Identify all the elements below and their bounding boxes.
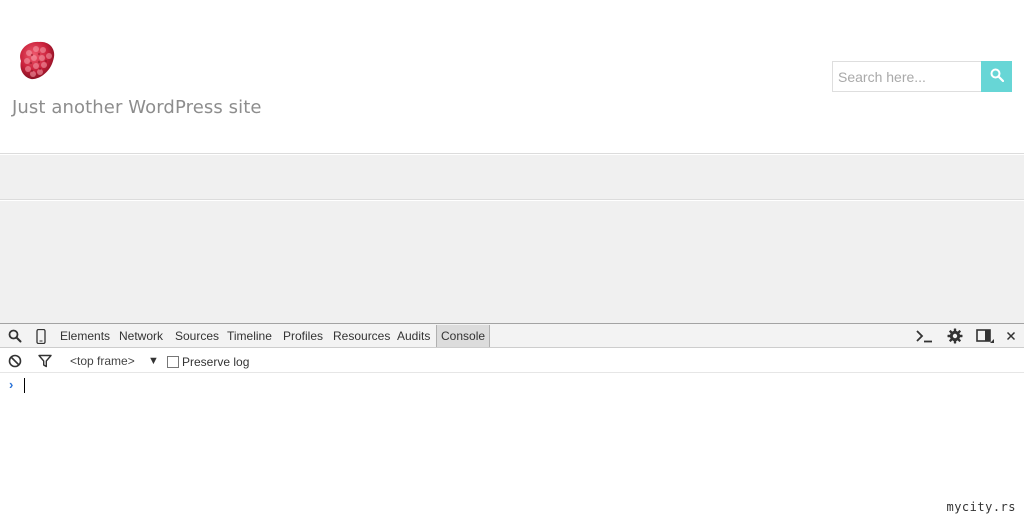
watermark: mycity.rs	[946, 500, 1016, 514]
site-tagline: Just another WordPress site	[12, 97, 262, 118]
mobile-device-icon[interactable]	[32, 327, 50, 345]
search-icon[interactable]	[6, 327, 24, 345]
search-form	[832, 61, 1012, 92]
tab-profiles[interactable]: Profiles	[283, 324, 323, 348]
preserve-log-label: Preserve log	[182, 354, 250, 369]
close-icon[interactable]	[1002, 327, 1020, 345]
devtools-tab-bar: Elements Network Sources Timeline Profil…	[0, 324, 1024, 348]
chevron-down-icon[interactable]: ▼	[148, 349, 159, 373]
checkbox-box[interactable]	[167, 355, 179, 368]
gear-icon[interactable]	[946, 327, 964, 345]
clear-console-icon[interactable]	[6, 352, 24, 370]
console-input-line[interactable]: ›	[0, 374, 1024, 396]
console-toolbar: <top frame> ▼ Preserve log	[0, 349, 1024, 373]
tab-console[interactable]: Console	[436, 325, 491, 347]
frame-select[interactable]: <top frame>	[70, 349, 135, 373]
console-prompt-icon: ›	[9, 377, 14, 392]
devtools-panel: Elements Network Sources Timeline Profil…	[0, 323, 1024, 522]
navigation-bar	[0, 155, 1024, 200]
tab-network[interactable]: Network	[119, 324, 163, 348]
tab-sources[interactable]: Sources	[175, 324, 219, 348]
page-content-area	[0, 201, 1024, 323]
filter-icon[interactable]	[36, 352, 54, 370]
search-input[interactable]	[832, 61, 981, 92]
text-caret	[24, 378, 25, 393]
search-icon	[990, 68, 1004, 85]
search-button[interactable]	[981, 61, 1012, 92]
dock-icon[interactable]	[976, 327, 994, 345]
preserve-log-checkbox[interactable]: Preserve log	[167, 354, 250, 369]
console-drawer-icon[interactable]	[915, 327, 933, 345]
raspberry-logo[interactable]	[15, 39, 59, 81]
tab-timeline[interactable]: Timeline	[227, 324, 272, 348]
tab-elements[interactable]: Elements	[60, 324, 110, 348]
site-header: Just another WordPress site	[0, 0, 1024, 154]
tab-audits[interactable]: Audits	[397, 324, 430, 348]
tab-resources[interactable]: Resources	[333, 324, 390, 348]
